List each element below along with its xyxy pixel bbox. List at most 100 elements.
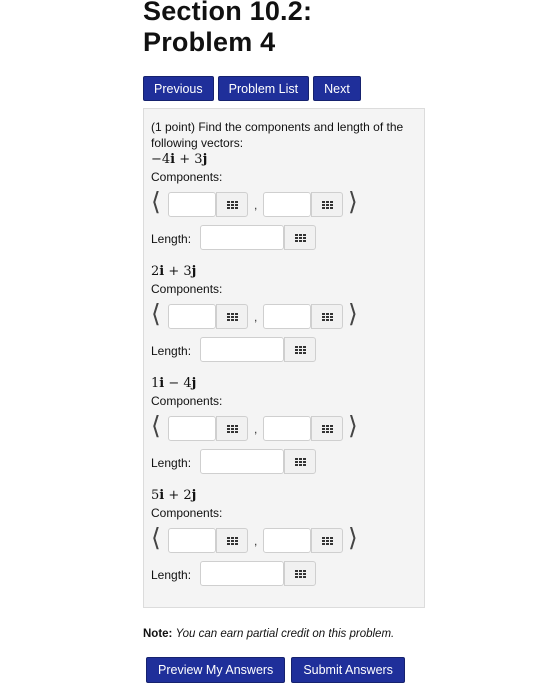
components-row: ⟨, ⟩: [151, 411, 421, 445]
unit-j: j: [191, 488, 197, 503]
length-row: Length:: [151, 449, 421, 477]
right-angle-bracket: ⟩: [348, 523, 358, 552]
component-separator: ,: [254, 422, 258, 436]
length-palette-button[interactable]: [284, 225, 316, 250]
x-component-input[interactable]: [168, 416, 216, 441]
j-coefficient: − 4: [168, 376, 192, 391]
length-input[interactable]: [200, 337, 284, 362]
note-text: You can earn partial credit on this prob…: [175, 628, 395, 640]
length-palette-button[interactable]: [284, 449, 316, 474]
length-label: Length:: [151, 232, 192, 246]
title-line-1: Section 10.2:: [143, 0, 313, 26]
x-component-input[interactable]: [168, 192, 216, 217]
length-palette-button[interactable]: [284, 561, 316, 586]
problem-nav: Previous Problem List Next: [143, 76, 361, 101]
y-component-input[interactable]: [263, 528, 311, 553]
right-angle-bracket: ⟩: [348, 299, 358, 328]
unit-i: i: [159, 376, 165, 391]
component-separator: ,: [254, 198, 258, 212]
equation-palette-icon: [321, 536, 333, 545]
vector-expression: 5i + 2j: [151, 487, 421, 505]
intro-line-1: (1 point) Find the components and length…: [151, 120, 404, 134]
equation-palette-icon: [226, 200, 238, 209]
y-component-input[interactable]: [263, 304, 311, 329]
j-coefficient: + 2: [168, 488, 192, 503]
j-coefficient: + 3: [179, 152, 203, 167]
problem-list-button[interactable]: Problem List: [217, 76, 310, 101]
length-row: Length:: [151, 337, 421, 365]
left-angle-bracket: ⟨: [151, 187, 161, 216]
components-row: ⟨, ⟩: [151, 299, 421, 333]
previous-button[interactable]: Previous: [143, 76, 214, 101]
partial-credit-note: Note: You can earn partial credit on thi…: [143, 628, 394, 640]
x-component-palette-button[interactable]: [216, 304, 248, 329]
answer-actions: Preview My Answers Submit Answers: [146, 657, 405, 683]
length-label: Length:: [151, 568, 192, 582]
length-palette-button[interactable]: [284, 337, 316, 362]
note-label: Note:: [143, 628, 173, 640]
right-angle-bracket: ⟩: [348, 411, 358, 440]
components-row: ⟨, ⟩: [151, 187, 421, 221]
left-angle-bracket: ⟨: [151, 411, 161, 440]
left-angle-bracket: ⟨: [151, 523, 161, 552]
vector-expression: 1i − 4j: [151, 375, 421, 393]
equation-palette-icon: [321, 200, 333, 209]
y-component-palette-button[interactable]: [311, 528, 343, 553]
components-label: Components:: [151, 506, 223, 520]
y-component-palette-button[interactable]: [311, 304, 343, 329]
component-separator: ,: [254, 534, 258, 548]
components-label: Components:: [151, 170, 223, 184]
left-angle-bracket: ⟨: [151, 299, 161, 328]
length-row: Length:: [151, 561, 421, 589]
x-component-palette-button[interactable]: [216, 416, 248, 441]
j-coefficient: + 3: [168, 264, 192, 279]
right-angle-bracket: ⟩: [348, 187, 358, 216]
y-component-palette-button[interactable]: [311, 416, 343, 441]
vector-block: 2i + 3j Components: ⟨, ⟩ Length:: [151, 263, 421, 365]
components-row: ⟨, ⟩: [151, 523, 421, 557]
vector-expression: 2i + 3j: [151, 263, 421, 281]
i-coefficient: −4: [151, 152, 171, 167]
unit-j: j: [202, 152, 208, 167]
y-component-input[interactable]: [263, 416, 311, 441]
component-separator: ,: [254, 310, 258, 324]
preview-answers-button[interactable]: Preview My Answers: [146, 657, 286, 683]
equation-palette-icon: [226, 424, 238, 433]
equation-palette-icon: [294, 457, 306, 466]
length-input[interactable]: [200, 225, 284, 250]
equation-palette-icon: [321, 424, 333, 433]
components-label: Components:: [151, 282, 223, 296]
vector-expression: −4i + 3j: [151, 151, 421, 169]
unit-i: i: [159, 488, 165, 503]
unit-j: j: [191, 376, 197, 391]
equation-palette-icon: [294, 569, 306, 578]
x-component-palette-button[interactable]: [216, 192, 248, 217]
unit-i: i: [159, 264, 165, 279]
x-component-palette-button[interactable]: [216, 528, 248, 553]
length-row: Length:: [151, 225, 421, 253]
length-label: Length:: [151, 344, 192, 358]
components-label: Components:: [151, 394, 223, 408]
x-component-input[interactable]: [168, 304, 216, 329]
x-component-input[interactable]: [168, 528, 216, 553]
unit-i: i: [170, 152, 176, 167]
equation-palette-icon: [226, 312, 238, 321]
page-title: Section 10.2: Problem 4: [143, 0, 312, 58]
vector-block: 1i − 4j Components: ⟨, ⟩ Length:: [151, 375, 421, 477]
y-component-input[interactable]: [263, 192, 311, 217]
length-label: Length:: [151, 456, 192, 470]
submit-answers-button[interactable]: Submit Answers: [291, 657, 405, 683]
vector-block: −4i + 3j Components: ⟨, ⟩ Length:: [151, 151, 421, 253]
intro-line-2: following vectors:: [151, 136, 244, 150]
problem-statement: (1 point) Find the components and length…: [151, 119, 423, 151]
length-input[interactable]: [200, 561, 284, 586]
length-input[interactable]: [200, 449, 284, 474]
next-button[interactable]: Next: [313, 76, 361, 101]
equation-palette-icon: [294, 233, 306, 242]
title-line-2: Problem 4: [143, 27, 276, 57]
equation-palette-icon: [321, 312, 333, 321]
vector-block: 5i + 2j Components: ⟨, ⟩ Length:: [151, 487, 421, 589]
y-component-palette-button[interactable]: [311, 192, 343, 217]
equation-palette-icon: [294, 345, 306, 354]
equation-palette-icon: [226, 536, 238, 545]
